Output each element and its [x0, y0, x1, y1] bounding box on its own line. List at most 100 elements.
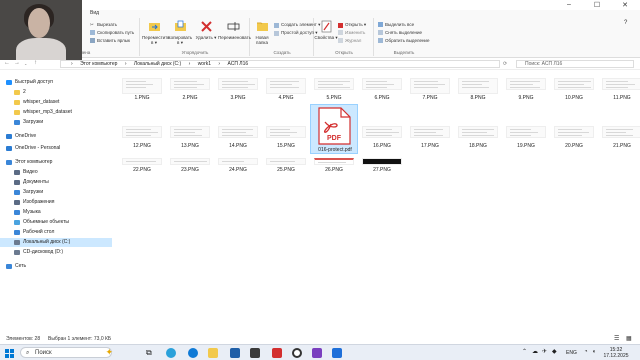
copy-path-button[interactable]: Скопировать путь: [90, 30, 134, 35]
details-view-icon[interactable]: ☰: [614, 334, 619, 344]
up-arrow-icon[interactable]: ↑: [34, 60, 37, 66]
sidebar-item[interactable]: Объемные объекты: [0, 218, 112, 227]
breadcrumb-current-folder[interactable]: АСП Л16: [227, 61, 248, 67]
edit-button[interactable]: Изменить: [338, 30, 365, 35]
sidebar-item[interactable]: Видео: [0, 168, 112, 177]
sidebar-item[interactable]: Этот компьютер: [0, 158, 112, 167]
move-to-button[interactable]: Переместить в ▾: [142, 20, 170, 45]
copy-to-button[interactable]: Копировать в ▾: [168, 20, 192, 45]
input-language[interactable]: ENG: [566, 350, 577, 356]
pdf-file-item[interactable]: PDF 016-protect.pdf: [310, 104, 358, 154]
recent-chevron-icon[interactable]: ⌄: [24, 61, 27, 66]
sidebar-item[interactable]: OneDrive - Personal: [0, 144, 112, 153]
edge-icon[interactable]: [188, 348, 198, 358]
sidebar-item[interactable]: Локальный диск (C:): [0, 238, 112, 247]
terminal-icon[interactable]: [250, 348, 260, 358]
clock[interactable]: 15:32 17.12.2025: [600, 347, 632, 359]
file-name: 25.PNG: [277, 167, 295, 173]
obs-icon[interactable]: [292, 348, 302, 358]
search-input[interactable]: Поиск: АСП Л16: [516, 60, 634, 68]
delete-button[interactable]: Удалить ▾: [194, 20, 218, 40]
file-name: 016-protect.pdf: [318, 147, 352, 153]
large-icons-view-icon[interactable]: ▦: [626, 334, 632, 344]
close-button[interactable]: ✕: [614, 1, 636, 9]
file-grid: 1.PNG 2.PNG 3.PNG 4.PNG 5.PNG 6.PNG 7.PNG 8.PNG…: [112, 72, 640, 334]
forward-arrow-icon[interactable]: →: [14, 60, 20, 66]
file-name: 14.PNG: [229, 143, 247, 149]
file-name: 7.PNG: [422, 95, 438, 101]
sidebar-item[interactable]: 2: [0, 88, 112, 97]
image-thumbnail: [554, 78, 594, 90]
refresh-icon[interactable]: ⟳: [503, 61, 507, 67]
task-view-icon[interactable]: ⧉: [146, 348, 156, 358]
properties-button[interactable]: Свойства ▾: [314, 20, 338, 40]
open-button[interactable]: Открыть ▾: [338, 22, 366, 28]
breadcrumb-this-pc[interactable]: Этот компьютер: [80, 61, 117, 67]
image-thumbnail: [602, 78, 640, 90]
create-group-label: Создать: [273, 50, 291, 55]
history-button[interactable]: Журнал: [338, 38, 361, 43]
sidebar-item[interactable]: Изображения: [0, 198, 112, 207]
sidebar-item-label: Документы: [23, 179, 49, 185]
minimize-button[interactable]: –: [558, 1, 580, 8]
paste-shortcut-button[interactable]: Вставить ярлык: [90, 38, 130, 43]
snipping-tool-icon[interactable]: [332, 348, 342, 358]
sidebar-item[interactable]: Рабочий стол: [0, 228, 112, 237]
sidebar-item[interactable]: whisper_mp3_dataset: [0, 108, 112, 117]
ribbon-tab-view[interactable]: Вид: [90, 10, 99, 18]
image-thumbnail: [122, 78, 162, 94]
sidebar-item[interactable]: Быстрый доступ: [0, 78, 112, 87]
file-name: 19.PNG: [517, 143, 535, 149]
ribbon-help-icon[interactable]: ?: [624, 20, 627, 26]
sidebar-item[interactable]: Музыка: [0, 208, 112, 217]
sidebar-item[interactable]: whisper_dataset: [0, 98, 112, 107]
image-thumbnail: [458, 78, 498, 94]
word-icon[interactable]: [230, 348, 240, 358]
sidebar-item[interactable]: Загрузки: [0, 188, 112, 197]
volume-icon[interactable]: ◖: [592, 349, 596, 355]
tray-chevron-icon[interactable]: ⌃: [522, 349, 527, 355]
invert-selection-button[interactable]: Обратить выделение: [378, 38, 429, 43]
sidebar-item[interactable]: Загрузки: [0, 118, 112, 127]
security-tray-icon[interactable]: ◆: [552, 349, 557, 355]
acrobat-icon[interactable]: [272, 348, 282, 358]
sidebar-item[interactable]: CD-дисковод (D:): [0, 248, 112, 257]
file-name: 10.PNG: [565, 95, 583, 101]
sidebar-item-label: Загрузки: [23, 119, 44, 125]
image-thumbnail: [362, 158, 402, 165]
select-all-button[interactable]: Выделить все: [378, 22, 414, 27]
cut-button[interactable]: ✂ Вырезать: [90, 22, 117, 27]
cloud-tray-icon[interactable]: ☁: [532, 349, 538, 355]
easy-access-button[interactable]: Простой доступ ▾: [274, 30, 317, 36]
cd-drive-icon: [14, 250, 20, 255]
breadcrumb[interactable]: › Этот компьютер › Локальный диск (C:) ›…: [60, 60, 500, 68]
image-thumbnail: [122, 126, 162, 138]
sidebar-item[interactable]: Сеть: [0, 262, 112, 271]
image-thumbnail: [122, 158, 162, 165]
file-explorer-icon[interactable]: [208, 348, 218, 358]
taskbar-search-box[interactable]: ⌕ Поиск ✦: [20, 347, 113, 358]
file-name: 6.PNG: [374, 95, 390, 101]
back-arrow-icon[interactable]: ←: [4, 60, 10, 66]
rename-button[interactable]: Переименовать: [218, 20, 251, 40]
breadcrumb-local-disk[interactable]: Локальный диск (C:): [134, 61, 181, 67]
new-folder-button[interactable]: Новая папка: [250, 20, 274, 45]
easy-access-icon: [274, 30, 279, 36]
file-name: 12.PNG: [133, 143, 151, 149]
delete-x-icon: [200, 21, 212, 32]
windows-start-icon[interactable]: [5, 349, 14, 358]
app-icon[interactable]: [312, 348, 322, 358]
telegram-tray-icon[interactable]: ✈: [542, 349, 547, 355]
select-none-button[interactable]: Снять выделение: [378, 30, 422, 35]
breadcrumb-work1[interactable]: work1: [198, 61, 211, 67]
file-name: 20.PNG: [565, 143, 583, 149]
telegram-icon[interactable]: [166, 348, 176, 358]
3d-objects-icon: [14, 220, 20, 225]
sidebar-item-label: Рабочий стол: [23, 229, 55, 235]
breadcrumb-separator: ›: [188, 61, 191, 67]
sidebar-item[interactable]: OneDrive: [0, 132, 112, 141]
maximize-button[interactable]: ☐: [586, 1, 608, 9]
sidebar-item[interactable]: Документы: [0, 178, 112, 187]
image-thumbnail: [314, 158, 354, 165]
wifi-icon[interactable]: ◔: [584, 349, 588, 355]
